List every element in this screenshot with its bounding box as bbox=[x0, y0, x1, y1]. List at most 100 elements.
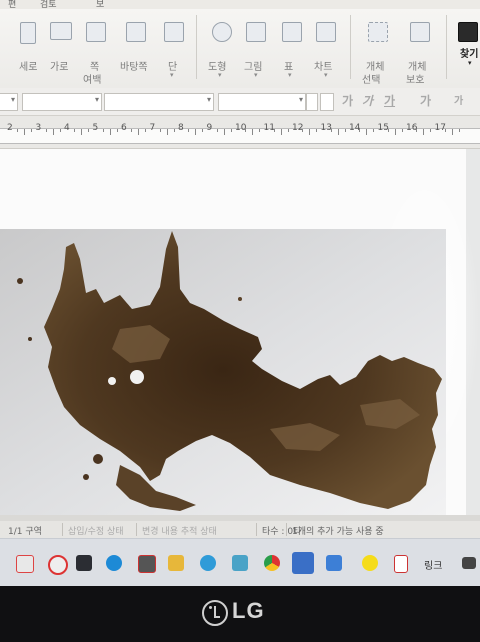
chevron-down-icon: ▾ bbox=[288, 71, 292, 79]
chevron-down-icon: ▾ bbox=[10, 95, 15, 104]
picture-button[interactable]: 그림 ▾ bbox=[240, 9, 274, 88]
ruler-tick bbox=[444, 129, 446, 132]
monitor-icon[interactable] bbox=[462, 557, 476, 569]
ruler-tick bbox=[287, 129, 289, 132]
chevron-down-icon: ▾ bbox=[468, 59, 472, 67]
ruler-tick bbox=[387, 129, 389, 132]
object-select-button[interactable]: 개체 선택 bbox=[360, 9, 400, 88]
ruler-tick bbox=[337, 129, 339, 135]
lg-logo-icon bbox=[202, 600, 228, 626]
columns-icon bbox=[164, 22, 184, 42]
style-select[interactable]: ▾ bbox=[0, 93, 18, 111]
inserted-photo[interactable] bbox=[0, 229, 446, 517]
monitor-brand: LG bbox=[232, 598, 265, 623]
ruler-number: 3 bbox=[35, 123, 42, 133]
internet-explorer-icon[interactable] bbox=[200, 555, 216, 571]
chevron-down-icon: ▾ bbox=[218, 71, 222, 79]
find-icon bbox=[458, 22, 478, 42]
italic-button[interactable]: 가 bbox=[362, 92, 373, 109]
ruler-tick bbox=[430, 129, 432, 132]
ruler-tick bbox=[138, 129, 140, 135]
ruler-tick bbox=[45, 129, 47, 132]
portrait-button[interactable]: 세로 bbox=[14, 9, 48, 88]
document-area bbox=[0, 149, 480, 520]
ruler-number: 2 bbox=[7, 123, 13, 133]
ruler-tick bbox=[24, 129, 26, 135]
object-lock-icon bbox=[410, 22, 430, 42]
ruler-tick bbox=[309, 129, 311, 135]
stain-highlight bbox=[130, 370, 144, 384]
stain-dot bbox=[28, 337, 32, 341]
ruler-tick bbox=[344, 129, 346, 132]
status-insert-mode[interactable]: 삽입/수정 상태 bbox=[68, 524, 124, 537]
font-name-select[interactable]: ▾ bbox=[104, 93, 214, 111]
refresh-icon[interactable] bbox=[16, 555, 34, 573]
ruler-tick bbox=[316, 129, 318, 132]
chevron-down-icon: ▾ bbox=[324, 71, 328, 79]
page-margin-button[interactable]: 쪽 여백 bbox=[82, 9, 114, 88]
windows-taskbar: 링크 bbox=[0, 538, 480, 586]
chevron-down-icon: ▾ bbox=[94, 95, 99, 104]
underline-button[interactable]: 가 bbox=[384, 92, 395, 109]
ruler-tick bbox=[302, 129, 304, 132]
status-page[interactable]: 1/1 구역 bbox=[8, 524, 42, 537]
ruler-number: 6 bbox=[121, 123, 127, 133]
formatting-toolbar: ▾ ▾ ▾ ▾ 가 가 가 가 가 bbox=[0, 88, 480, 116]
find-button[interactable]: 찾기 ▾ bbox=[454, 9, 480, 88]
status-track-changes[interactable]: 변경 내용 추적 상태 bbox=[142, 524, 217, 537]
ruler-tick bbox=[451, 129, 453, 135]
task-view-icon[interactable] bbox=[76, 555, 92, 571]
status-bar: 1/1 구역 삽입/수정 상태 변경 내용 추적 상태 타수 : 0타 1개의 … bbox=[0, 515, 480, 539]
horizontal-scrollbar[interactable] bbox=[0, 515, 480, 521]
chrome-icon[interactable] bbox=[264, 555, 280, 571]
ruler-tick bbox=[366, 129, 368, 135]
stain-dot bbox=[93, 454, 103, 464]
taskbar-link-label[interactable]: 링크 bbox=[424, 557, 442, 572]
chevron-down-icon: ▾ bbox=[254, 71, 258, 79]
font-size-select[interactable]: ▾ bbox=[218, 93, 306, 111]
status-separator bbox=[286, 523, 287, 536]
ruler-tick bbox=[131, 129, 133, 132]
chart-button[interactable]: 차트 ▾ bbox=[310, 9, 344, 88]
page-background-button[interactable]: 바탕쪽 bbox=[118, 9, 158, 88]
shapes-button[interactable]: 도형 ▾ bbox=[204, 9, 238, 88]
ruler-tick bbox=[81, 129, 83, 135]
edge-browser-icon[interactable] bbox=[106, 555, 122, 571]
status-separator bbox=[136, 523, 137, 536]
ruler-tick bbox=[216, 129, 218, 132]
document-page[interactable] bbox=[0, 149, 480, 520]
shapes-icon bbox=[212, 22, 232, 42]
bold-button[interactable]: 가 bbox=[342, 92, 353, 109]
columns-button[interactable]: 단 ▾ bbox=[160, 9, 188, 88]
superscript-button[interactable]: 가 bbox=[454, 92, 463, 107]
picture-icon bbox=[246, 22, 266, 42]
file-explorer-icon[interactable] bbox=[168, 555, 184, 571]
chevron-down-icon: ▾ bbox=[298, 95, 303, 104]
app-icon[interactable] bbox=[326, 555, 342, 571]
ruler-tick bbox=[423, 129, 425, 135]
ruler-tick bbox=[359, 129, 361, 132]
unit-select[interactable] bbox=[320, 93, 334, 111]
ruler-tick bbox=[88, 129, 90, 132]
strikethrough-button[interactable]: 가 bbox=[420, 92, 431, 109]
update-icon[interactable] bbox=[48, 555, 68, 575]
ruler-tick bbox=[252, 129, 254, 135]
landscape-button[interactable]: 가로 bbox=[46, 9, 80, 88]
ruler-tick bbox=[52, 129, 54, 135]
font-size-stepper[interactable] bbox=[306, 93, 318, 111]
font-lang-select[interactable]: ▾ bbox=[22, 93, 102, 111]
app-icon[interactable] bbox=[232, 555, 248, 571]
hwp-icon[interactable] bbox=[292, 552, 314, 574]
store-icon[interactable] bbox=[138, 555, 156, 573]
ruler-number: 4 bbox=[64, 123, 70, 133]
portrait-orientation-icon bbox=[20, 22, 36, 44]
table-button[interactable]: 표 ▾ bbox=[278, 9, 308, 88]
ruler-tick bbox=[202, 129, 204, 132]
plus-icon[interactable] bbox=[394, 555, 408, 573]
object-lock-button[interactable]: 개체 보호 bbox=[402, 9, 442, 88]
ruler-tick bbox=[245, 129, 247, 132]
ruler-tick bbox=[259, 129, 261, 132]
ruler-tick bbox=[230, 129, 232, 132]
horizontal-ruler[interactable]: 2 3 4 5 6 7 8 9 10 11 12 13 14 15 16 17 bbox=[0, 116, 480, 149]
kakaotalk-icon[interactable] bbox=[362, 555, 378, 571]
